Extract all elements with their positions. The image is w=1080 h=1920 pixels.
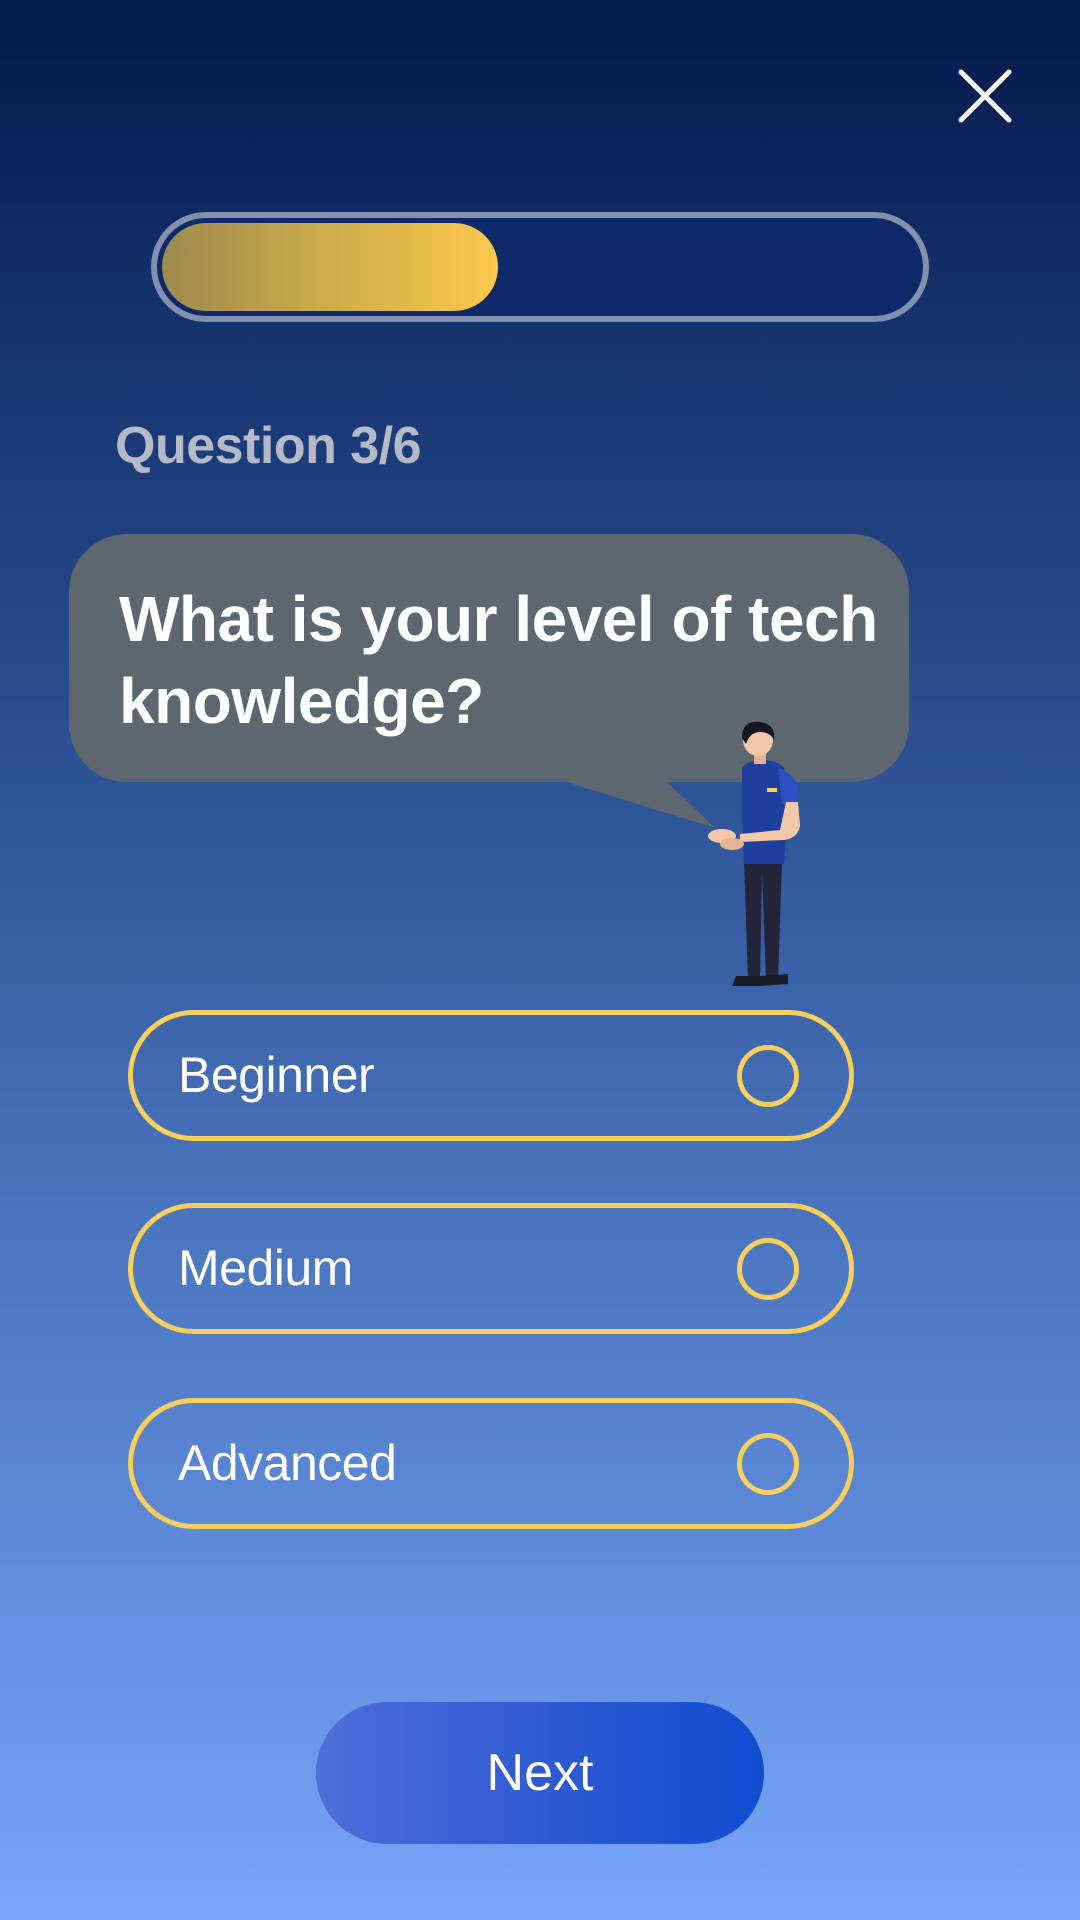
radio-button[interactable]: [737, 1238, 799, 1300]
option-medium[interactable]: Medium: [128, 1203, 854, 1334]
option-label: Medium: [178, 1240, 353, 1296]
question-text: What is your level of tech knowledge?: [119, 583, 878, 737]
question-counter: Question 3/6: [115, 417, 422, 475]
radio-button[interactable]: [737, 1433, 799, 1495]
next-button[interactable]: Next: [316, 1702, 764, 1844]
option-label: Advanced: [178, 1435, 397, 1491]
close-icon: [958, 69, 1012, 123]
radio-button[interactable]: [737, 1045, 799, 1107]
progress-bar-fill: [162, 223, 498, 311]
option-label: Beginner: [178, 1047, 375, 1103]
option-beginner[interactable]: Beginner: [128, 1010, 854, 1141]
presenter-illustration: [708, 721, 800, 986]
option-advanced[interactable]: Advanced: [128, 1398, 854, 1529]
quiz-progress-bar: [151, 212, 929, 322]
close-button[interactable]: [955, 66, 1015, 126]
